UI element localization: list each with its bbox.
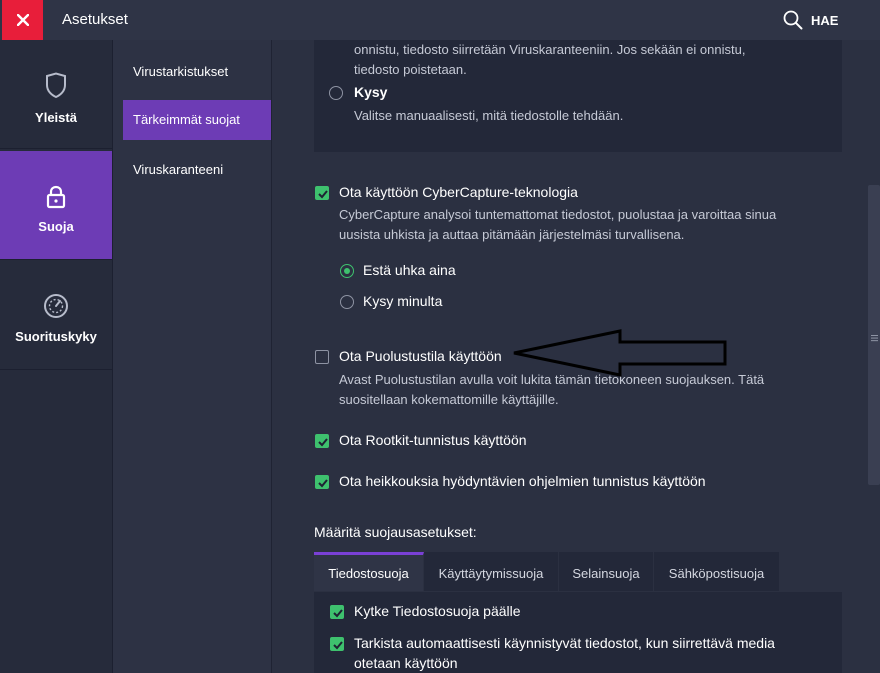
exploit-label[interactable]: Ota heikkouksia hyödyntävien ohjelmien t… xyxy=(339,473,706,489)
cybercapture-checkbox[interactable] xyxy=(315,186,329,200)
sidebar-item-label: Yleistä xyxy=(35,110,77,125)
sidebar-item-performance[interactable]: Suorituskyky xyxy=(0,261,112,370)
lock-icon xyxy=(46,185,66,209)
search-button[interactable]: HAE xyxy=(811,13,838,28)
checkmark-icon xyxy=(318,479,328,488)
rootkit-checkbox[interactable] xyxy=(315,434,329,448)
hardened-mode-checkbox[interactable] xyxy=(315,350,329,364)
ask-me-label[interactable]: Kysy minulta xyxy=(363,293,442,309)
option-description: tiedosto poistetaan. xyxy=(354,62,467,77)
arrow-annotation xyxy=(513,329,727,377)
sidebar-item-general[interactable]: Yleistä xyxy=(0,40,112,149)
checkmark-icon xyxy=(333,609,343,618)
ask-me-radio[interactable] xyxy=(340,295,354,309)
option-description: onnistu, tiedosto siirretään Viruskarant… xyxy=(354,42,746,57)
hardened-mode-label[interactable]: Ota Puolustustila käyttöön xyxy=(339,348,502,364)
checkmark-icon xyxy=(318,190,328,199)
cybercapture-description: uusista uhkista ja auttaa pitämään järje… xyxy=(339,227,685,242)
sidebar-item-label: Suoja xyxy=(38,219,74,234)
tab-behavior-shield[interactable]: Käyttäytymissuoja xyxy=(424,552,559,591)
checkmark-icon xyxy=(333,641,343,650)
scan-autorun-checkbox[interactable] xyxy=(330,637,344,651)
exploit-checkbox[interactable] xyxy=(315,475,329,489)
ask-radio[interactable] xyxy=(329,86,343,100)
scrollbar-grip-icon xyxy=(871,334,878,342)
cybercapture-description: CyberCapture analysoi tuntemattomat tied… xyxy=(339,207,777,222)
scan-autorun-label[interactable]: Tarkista automaattisesti käynnistyvät ti… xyxy=(354,635,775,651)
subnav-item-virus-scans[interactable]: Virustarkistukset xyxy=(123,52,271,92)
sidebar-item-label: Suorituskyky xyxy=(15,329,97,344)
shields-heading: Määritä suojausasetukset: xyxy=(314,524,477,540)
close-button[interactable] xyxy=(2,0,43,40)
tab-web-shield[interactable]: Selainsuoja xyxy=(559,552,654,591)
checkmark-icon xyxy=(318,438,328,447)
ask-description: Valitse manuaalisesti, mitä tiedostolle … xyxy=(354,108,624,123)
shield-icon xyxy=(46,72,66,99)
subnav-item-core-shields[interactable]: Tärkeimmät suojat xyxy=(123,100,271,140)
block-always-radio[interactable] xyxy=(340,264,354,278)
file-shield-panel: Kytke Tiedostosuoja päälle Tarkista auto… xyxy=(314,592,842,673)
title-bar: Asetukset HAE xyxy=(0,0,880,40)
ask-label[interactable]: Kysy xyxy=(354,84,387,100)
cybercapture-label[interactable]: Ota käyttöön CyberCapture-teknologia xyxy=(339,184,578,200)
settings-content: onnistu, tiedosto siirretään Viruskarant… xyxy=(272,40,868,673)
sub-navigation: Virustarkistukset Tärkeimmät suojat Viru… xyxy=(113,40,272,673)
enable-file-shield-label[interactable]: Kytke Tiedostosuoja päälle xyxy=(354,603,521,619)
tab-mail-shield[interactable]: Sähköpostisuoja xyxy=(654,552,780,591)
close-icon xyxy=(16,14,29,26)
subnav-item-virus-chest[interactable]: Viruskaranteeni xyxy=(123,150,271,190)
enable-file-shield-checkbox[interactable] xyxy=(330,605,344,619)
tab-file-shield[interactable]: Tiedostosuoja xyxy=(314,552,424,591)
rootkit-label[interactable]: Ota Rootkit-tunnistus käyttöön xyxy=(339,432,527,448)
window-title: Asetukset xyxy=(62,11,128,28)
speedometer-icon xyxy=(44,294,68,318)
scan-autorun-label-cont[interactable]: otetaan käyttöön xyxy=(354,655,458,671)
action-options-panel: onnistu, tiedosto siirretään Viruskarant… xyxy=(314,40,842,152)
sidebar: Yleistä Suoja Suorituskyky xyxy=(0,40,113,673)
search-icon[interactable] xyxy=(783,10,803,30)
hardened-mode-description: suositellaan kokemattomille käyttäjille. xyxy=(339,392,559,407)
block-always-label[interactable]: Estä uhka aina xyxy=(363,262,456,278)
sidebar-item-protection[interactable]: Suoja xyxy=(0,151,112,260)
